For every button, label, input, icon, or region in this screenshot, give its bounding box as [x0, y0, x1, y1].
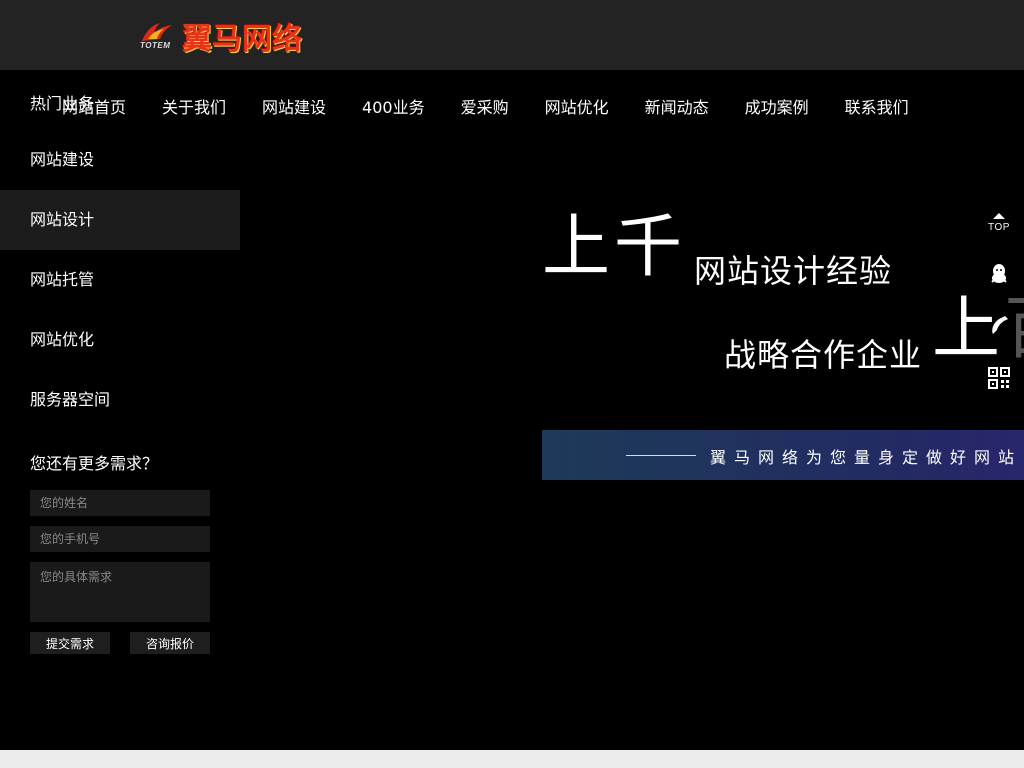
- hero-subline-strategic-partners: 战略合作企业: [724, 336, 923, 374]
- hero-slogan-banner: 翼马网络为您量身定做好网站: [542, 430, 1024, 480]
- nav-item-website-optimization[interactable]: 网站优化: [527, 94, 627, 118]
- banner-divider-line: [626, 455, 696, 456]
- logo[interactable]: TOTEM 翼马网络: [136, 16, 302, 57]
- phone-icon[interactable]: [987, 314, 1011, 338]
- hero-section: 上千 网站设计经验 战略合作企业 上百 翼马网络为您量身定做好网站: [542, 190, 1024, 490]
- hero-headline-thousands: 上千: [542, 208, 687, 287]
- qrcode-icon[interactable]: [987, 366, 1011, 390]
- sidebar-item-website-building[interactable]: 网站建设: [0, 130, 240, 190]
- sidebar-item-server-space[interactable]: 服务器空间: [0, 370, 240, 430]
- name-input[interactable]: [30, 490, 210, 516]
- sidebar-item-website-hosting[interactable]: 网站托管: [0, 250, 240, 310]
- logo-mark: TOTEM: [136, 17, 182, 55]
- logo-wing-icon: [142, 23, 172, 41]
- nav-item-website-building[interactable]: 网站建设: [244, 94, 344, 118]
- logo-subtitle: TOTEM: [140, 41, 171, 50]
- sidebar-list: 网站建设 网站设计 网站托管 网站优化 服务器空间: [0, 130, 240, 430]
- request-quote-button[interactable]: 咨询报价: [130, 632, 210, 654]
- main-nav: 网站首页 关于我们 网站建设 400业务 爱采购 网站优化 新闻动态 成功案例 …: [44, 86, 927, 126]
- qq-icon[interactable]: [987, 262, 1011, 286]
- sidebar-item-website-design[interactable]: 网站设计: [0, 190, 240, 250]
- submit-needs-button[interactable]: 提交需求: [30, 632, 110, 654]
- banner-slogan: 翼马网络为您量身定做好网站: [710, 448, 1023, 467]
- back-to-top-button[interactable]: TOP: [984, 208, 1014, 240]
- nav-item-400-service[interactable]: 400业务: [344, 94, 443, 118]
- nav-item-contact[interactable]: 联系我们: [827, 94, 927, 118]
- phone-input[interactable]: [30, 526, 210, 552]
- nav-item-about[interactable]: 关于我们: [144, 94, 244, 118]
- needs-textarea[interactable]: [30, 562, 210, 622]
- nav-item-aicaigou[interactable]: 爱采购: [443, 94, 527, 118]
- nav-item-news[interactable]: 新闻动态: [627, 94, 727, 118]
- sidebar-item-website-optimization[interactable]: 网站优化: [0, 310, 240, 370]
- header-bar: TOTEM 翼马网络: [0, 0, 1024, 70]
- nav-item-cases[interactable]: 成功案例: [727, 94, 827, 118]
- nav-item-home[interactable]: 网站首页: [44, 94, 144, 118]
- hero-subline-design-experience: 网站设计经验: [694, 252, 893, 290]
- arrow-up-icon: [993, 213, 1005, 219]
- back-to-top-label: TOP: [988, 222, 1010, 233]
- page-bottom-strip: [0, 750, 1024, 768]
- form-title: 您还有更多需求？: [30, 454, 159, 473]
- logo-text: 翼马网络: [182, 22, 302, 57]
